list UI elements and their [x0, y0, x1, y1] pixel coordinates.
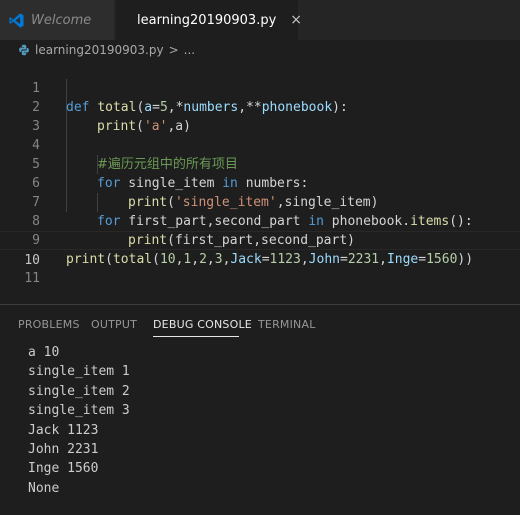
tab-welcome-label: Welcome — [31, 12, 92, 28]
code-line: 5 for single_item in numbers: — [0, 136, 520, 191]
console-line: None — [28, 480, 60, 496]
tab-output[interactable]: OUTPUT — [91, 318, 137, 331]
code-line-current: 10 — [0, 231, 520, 268]
console-line: a 10 — [28, 345, 60, 360]
tab-file-label: learning20190903.py — [137, 12, 277, 28]
breadcrumb-separator: > — [168, 43, 179, 57]
console-line: single_item 3 — [28, 403, 130, 419]
active-tab-indicator — [153, 336, 239, 337]
vscode-logo-icon — [9, 12, 24, 28]
breadcrumb-file[interactable]: learning20190903.py — [35, 43, 164, 57]
code-editor[interactable]: 1 def total(a=5,*numbers,**phonebook): 2… — [0, 60, 520, 286]
tab-welcome[interactable]: Welcome — [0, 0, 115, 40]
code-line: 4 #遍历元组中的所有项目 — [0, 117, 520, 172]
code-line: 3 — [0, 98, 520, 134]
editor-tab-bar: Welcome learning20190903.py × — [0, 0, 520, 40]
console-line: Inge 1560 — [28, 461, 99, 477]
breadcrumb: learning20190903.py > ... — [0, 40, 520, 60]
console-line: John 2231 — [28, 441, 99, 457]
bottom-panel: PROBLEMS OUTPUT DEBUG CONSOLE TERMINAL a… — [0, 304, 520, 515]
code-line: 9 print(total(10,1,2,3,Jack=1123,John=22… — [0, 212, 520, 267]
tab-problems[interactable]: PROBLEMS — [18, 318, 80, 331]
tab-learning-file[interactable]: learning20190903.py × — [116, 0, 302, 40]
code-line: 8 print(first_part,second_part) — [0, 193, 520, 248]
code-line: 2 print('a',a) — [0, 79, 520, 134]
close-tab-icon[interactable]: × — [290, 12, 302, 28]
line-number: 11 — [24, 271, 40, 286]
console-line: Jack 1123 — [28, 422, 99, 438]
tab-terminal[interactable]: TERMINAL — [258, 318, 316, 331]
code-line: 11 — [0, 250, 520, 286]
code-line: 6 print('single_item',single_item) — [0, 155, 520, 210]
debug-console-output: a 10 single_item 1 single_item 2 single_… — [28, 343, 130, 498]
console-line: single_item 2 — [28, 383, 130, 399]
tab-debug-console[interactable]: DEBUG CONSOLE — [153, 318, 252, 331]
code-line: 1 def total(a=5,*numbers,**phonebook): — [0, 60, 520, 115]
panel-tabs: PROBLEMS OUTPUT DEBUG CONSOLE TERMINAL — [0, 305, 520, 345]
console-line: single_item 1 — [28, 364, 130, 380]
breadcrumb-more[interactable]: ... — [184, 43, 195, 57]
code-line: 7 for first_part,second_part in phoneboo… — [0, 174, 520, 229]
python-file-icon — [19, 44, 29, 56]
